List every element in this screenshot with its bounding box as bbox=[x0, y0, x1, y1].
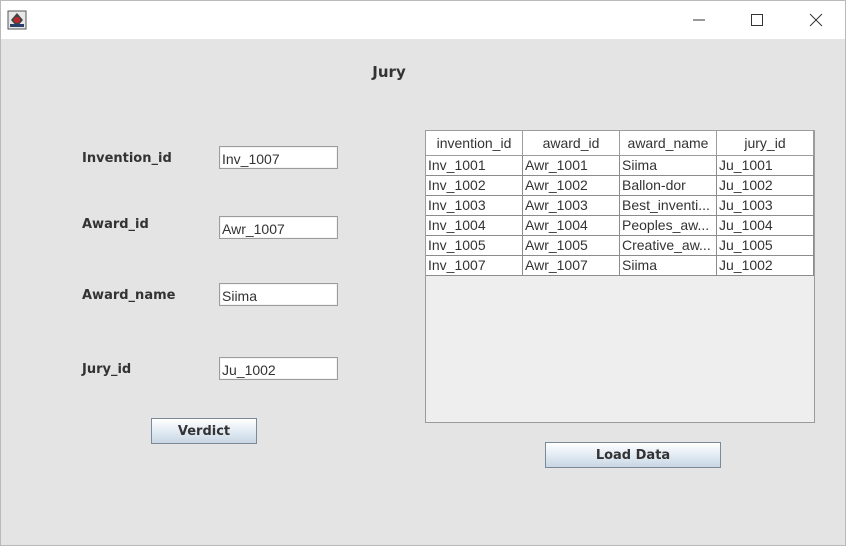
table-cell[interactable]: Awr_1002 bbox=[523, 176, 620, 195]
jury-id-field[interactable]: Ju_1002 bbox=[219, 357, 338, 380]
column-header-jury-id[interactable]: jury_id bbox=[717, 131, 814, 155]
table-cell[interactable]: Awr_1003 bbox=[523, 196, 620, 215]
table-row[interactable]: Inv_1002 Awr_1002 Ballon-dor Ju_1002 bbox=[426, 176, 814, 196]
table-cell[interactable]: Peoples_aw... bbox=[620, 216, 717, 235]
table-cell[interactable]: Ju_1005 bbox=[717, 236, 814, 255]
award-name-label: Award_name bbox=[82, 288, 176, 303]
java-app-icon bbox=[7, 10, 27, 30]
table-cell[interactable]: Ju_1001 bbox=[717, 156, 814, 175]
table-cell[interactable]: Inv_1002 bbox=[426, 176, 523, 195]
jury-id-label: Jury_id bbox=[82, 362, 132, 377]
table-cell[interactable]: Inv_1005 bbox=[426, 236, 523, 255]
close-icon bbox=[809, 13, 823, 27]
award-name-value: Siima bbox=[222, 288, 258, 304]
table-cell[interactable]: Awr_1004 bbox=[523, 216, 620, 235]
award-id-label: Award_id bbox=[82, 217, 149, 232]
maximize-button[interactable] bbox=[734, 1, 780, 39]
title-bar[interactable] bbox=[1, 1, 845, 39]
table-row[interactable]: Inv_1007 Awr_1007 Siima Ju_1002 bbox=[426, 256, 814, 276]
table-cell[interactable]: Best_inventi... bbox=[620, 196, 717, 215]
table-cell[interactable]: Ju_1002 bbox=[717, 256, 814, 275]
minimize-icon bbox=[693, 19, 705, 21]
close-button[interactable] bbox=[793, 1, 839, 39]
table-cell[interactable]: Inv_1007 bbox=[426, 256, 523, 275]
table-cell[interactable]: Inv_1003 bbox=[426, 196, 523, 215]
table-row[interactable]: Inv_1001 Awr_1001 Siima Ju_1001 bbox=[426, 156, 814, 176]
jury-id-value: Ju_1002 bbox=[222, 362, 276, 378]
award-id-value: Awr_1007 bbox=[222, 221, 285, 237]
table-cell[interactable]: Inv_1004 bbox=[426, 216, 523, 235]
table-cell[interactable]: Siima bbox=[620, 256, 717, 275]
table-cell[interactable]: Ju_1004 bbox=[717, 216, 814, 235]
table-cell[interactable]: Awr_1001 bbox=[523, 156, 620, 175]
table-cell[interactable]: Ballon-dor bbox=[620, 176, 717, 195]
table-row[interactable]: Inv_1005 Awr_1005 Creative_aw... Ju_1005 bbox=[426, 236, 814, 256]
table-cell[interactable]: Creative_aw... bbox=[620, 236, 717, 255]
column-header-invention-id[interactable]: invention_id bbox=[426, 131, 523, 155]
page-title: Jury bbox=[372, 63, 406, 81]
table-header: invention_id award_id award_name jury_id bbox=[426, 131, 814, 156]
table-cell[interactable]: Inv_1001 bbox=[426, 156, 523, 175]
table-body: Inv_1001 Awr_1001 Siima Ju_1001 Inv_1002… bbox=[426, 156, 814, 276]
table-row[interactable]: Inv_1004 Awr_1004 Peoples_aw... Ju_1004 bbox=[426, 216, 814, 236]
invention-id-value: Inv_1007 bbox=[222, 151, 280, 167]
application-window: Jury Invention_id Inv_1007 Award_id Awr_… bbox=[0, 0, 846, 546]
column-header-award-id[interactable]: award_id bbox=[523, 131, 620, 155]
table-cell[interactable]: Siima bbox=[620, 156, 717, 175]
data-table-scrollpane[interactable]: invention_id award_id award_name jury_id… bbox=[425, 130, 815, 423]
table-cell[interactable]: Ju_1003 bbox=[717, 196, 814, 215]
maximize-icon bbox=[751, 14, 763, 26]
content-panel: Jury Invention_id Inv_1007 Award_id Awr_… bbox=[1, 39, 845, 545]
table-cell[interactable]: Ju_1002 bbox=[717, 176, 814, 195]
award-id-field[interactable]: Awr_1007 bbox=[219, 216, 338, 239]
invention-id-field[interactable]: Inv_1007 bbox=[219, 146, 338, 169]
table-row[interactable]: Inv_1003 Awr_1003 Best_inventi... Ju_100… bbox=[426, 196, 814, 216]
verdict-button[interactable]: Verdict bbox=[151, 418, 257, 444]
invention-id-label: Invention_id bbox=[82, 151, 172, 166]
award-name-field[interactable]: Siima bbox=[219, 283, 338, 306]
table-cell[interactable]: Awr_1007 bbox=[523, 256, 620, 275]
table-cell[interactable]: Awr_1005 bbox=[523, 236, 620, 255]
minimize-button[interactable] bbox=[676, 1, 722, 39]
load-data-button[interactable]: Load Data bbox=[545, 442, 721, 468]
column-header-award-name[interactable]: award_name bbox=[620, 131, 717, 155]
